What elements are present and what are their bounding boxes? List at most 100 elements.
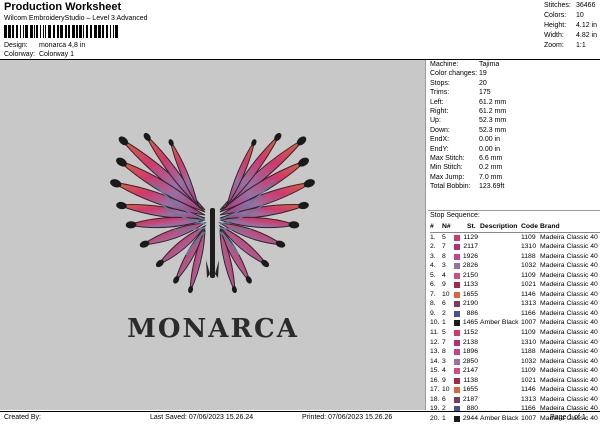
seq-num: 16. <box>430 376 440 384</box>
thread-code: 1310 <box>521 338 537 346</box>
left-wing <box>110 132 207 294</box>
color-swatch <box>454 282 460 289</box>
stat-colors: Colors: 10 <box>544 12 584 19</box>
thread-code: 1313 <box>521 395 537 403</box>
thread-code: 1146 <box>521 290 536 298</box>
right-tail <box>215 260 219 278</box>
table-row: 9. 2 886 1166 Madeira Classic 40 <box>430 309 600 319</box>
stitch-count: 1129 <box>463 233 478 241</box>
thread-brand: Madeira Classic 40 <box>540 367 598 375</box>
needle-number: 6 <box>442 395 446 403</box>
thread-code: 1032 <box>521 357 537 365</box>
thread-brand: Madeira Classic 40 <box>540 309 598 317</box>
color-swatch <box>454 244 460 251</box>
stitch-count: 2117 <box>463 243 478 251</box>
color-swatch <box>454 310 460 317</box>
colorway-row: Colorway: Colorway 1 <box>4 51 74 58</box>
thread-code: 1109 <box>521 233 536 241</box>
stitch-count: 1138 <box>463 376 478 384</box>
design-text-monarca: MONARCA <box>127 314 299 344</box>
table-row: 18. 6 2187 1313 Madeira Classic 40 <box>430 395 600 405</box>
color-swatch <box>454 339 460 346</box>
thread-brand: Madeira Classic 40 <box>540 376 598 384</box>
needle-number: 5 <box>442 329 446 337</box>
butterfly-body <box>210 208 215 278</box>
stop-sequence-table: # N# St. Description Code Brand 1. 5 1129 1… <box>430 222 600 423</box>
thread-code: 1109 <box>521 271 536 279</box>
thread-brand: Madeira Classic 40 <box>540 338 598 346</box>
needle-number: 9 <box>442 281 446 289</box>
stitch-count: 2138 <box>462 338 478 346</box>
design-label: Design: <box>4 42 28 49</box>
stitch-count: 2826 <box>462 262 478 270</box>
needle-number: 3 <box>442 357 446 365</box>
color-swatch <box>454 234 460 241</box>
thread-code: 1166 <box>521 309 536 317</box>
color-swatch <box>454 377 460 384</box>
barcode-icon <box>4 25 118 38</box>
needle-number: 8 <box>442 348 446 356</box>
seq-num: 2. <box>430 243 436 251</box>
color-swatch <box>454 330 460 337</box>
info-total-bobbin: Total Bobbin: 123.69ft <box>430 183 505 191</box>
seq-num: 15. <box>430 367 440 375</box>
stitch-count: 1465 <box>462 319 478 327</box>
color-swatch <box>454 272 460 279</box>
thread-brand: Madeira Classic 40 <box>540 243 598 251</box>
thread-brand: Madeira Classic 40 <box>540 329 598 337</box>
colorway-value: Colorway 1 <box>38 51 74 58</box>
color-swatch <box>454 349 460 356</box>
seq-num: 9. <box>430 309 436 317</box>
needle-number: 4 <box>442 367 446 375</box>
stitch-count: 1655 <box>462 290 478 298</box>
left-tail <box>206 260 210 278</box>
seq-num: 1. <box>430 233 436 241</box>
table-row: 7. 10 1655 1146 Madeira Classic 40 <box>430 290 600 300</box>
design-row: Design: monarca 4,8 in <box>4 42 85 49</box>
table-row: 10. 1 1465 Amber Black 1007 Madeira Classic 4… <box>430 318 600 328</box>
needle-number: 3 <box>442 262 446 270</box>
thread-brand: Madeira Classic 40 <box>540 233 598 241</box>
table-row: 6. 9 1133 1021 Madeira Classic 40 <box>430 280 600 290</box>
table-row: 4. 3 2826 1032 Madeira Classic 40 <box>430 261 600 271</box>
info-max-jump: Max Jump: 7.0 mm <box>430 173 503 181</box>
table-row: 13. 8 1896 1188 Madeira Classic 40 <box>430 347 600 357</box>
needle-number: 10 <box>442 290 450 298</box>
thread-brand: Madeira Classic 40 <box>540 319 598 327</box>
color-swatch <box>454 291 460 298</box>
thread-brand: Madeira Classic 40 <box>540 252 598 260</box>
worksheet-footer: Created By: Last Saved: 07/06/2023 15.26… <box>0 411 600 425</box>
info-up: Up: 52.3 mm <box>430 117 507 125</box>
thread-code: 1007 <box>521 319 537 327</box>
thread-code: 1146 <box>521 386 536 394</box>
needle-number: 7 <box>442 243 446 251</box>
info-min-stitch: Min Stitch: 0.2 mm <box>430 164 503 172</box>
design-value: monarca 4,8 in <box>38 42 86 49</box>
table-row: 1. 5 1129 1109 Madeira Classic 40 <box>430 233 600 243</box>
thread-code: 1021 <box>521 281 537 289</box>
seq-num: 14. <box>430 357 440 365</box>
thread-code: 1313 <box>521 300 537 308</box>
color-swatch <box>454 396 460 403</box>
wing-tip <box>116 201 127 210</box>
color-swatch <box>454 253 460 260</box>
butterfly-artwork <box>110 132 315 294</box>
needle-number: 1 <box>442 319 446 327</box>
seq-num: 10. <box>430 319 440 327</box>
info-endy: EndY: 0.00 in <box>430 145 501 153</box>
thread-brand: Madeira Classic 40 <box>540 281 598 289</box>
page-number: Page 1 of 1 <box>550 414 586 421</box>
thread-brand: Madeira Classic 40 <box>540 290 598 298</box>
table-row: 12. 7 2138 1310 Madeira Classic 40 <box>430 338 600 348</box>
printed-date: Printed: 07/06/2023 15.26.26 <box>302 414 393 421</box>
thread-code: 1188 <box>521 348 536 356</box>
seq-num: 4. <box>430 262 436 270</box>
info-stops: Stops: 20 <box>430 79 487 87</box>
thread-brand: Madeira Classic 40 <box>540 395 598 403</box>
thread-code: 1109 <box>521 367 536 375</box>
wing-tip <box>298 201 309 210</box>
table-row: 3. 8 1926 1188 Madeira Classic 40 <box>430 252 600 262</box>
table-row: 2. 7 2117 1310 Madeira Classic 40 <box>430 242 600 252</box>
right-wing <box>218 132 315 294</box>
info-max-stitch: Max Stitch: 6.6 mm <box>430 154 503 162</box>
